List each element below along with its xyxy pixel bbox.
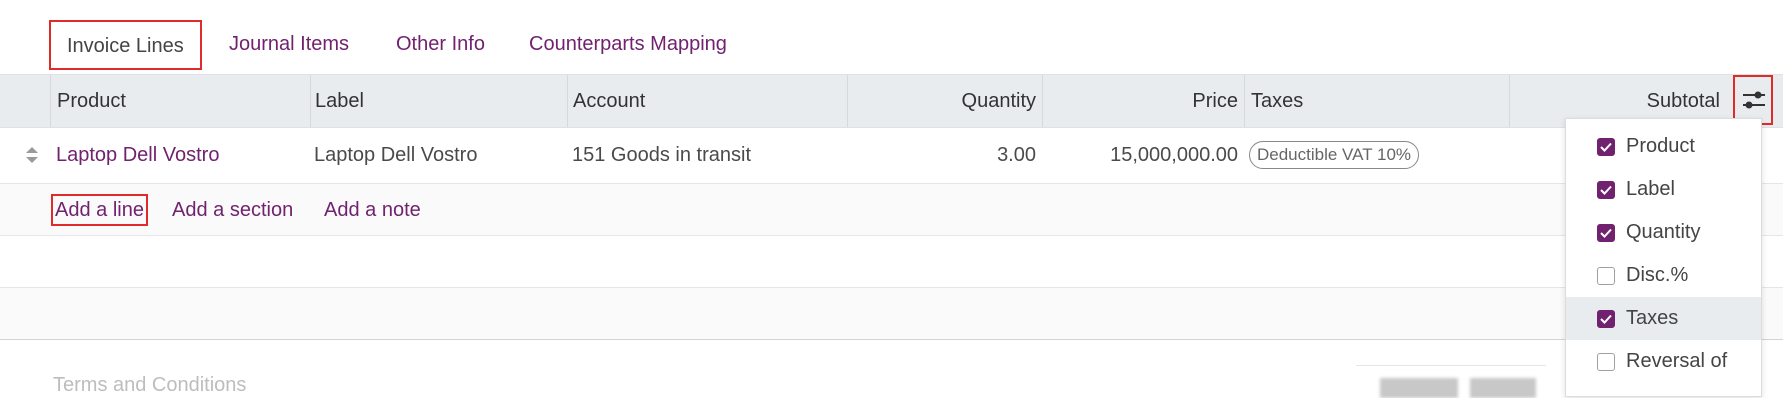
cell-quantity[interactable]: 3.00 bbox=[847, 127, 1036, 183]
column-option-label: Taxes bbox=[1626, 307, 1679, 329]
checkbox-unchecked[interactable] bbox=[1597, 266, 1615, 285]
tab-invoice-lines[interactable]: Invoice Lines bbox=[49, 20, 202, 70]
column-option-quantity[interactable]: Quantity bbox=[1566, 211, 1761, 254]
column-option-label: Label bbox=[1626, 178, 1675, 200]
checkbox-checked[interactable] bbox=[1597, 137, 1615, 156]
redacted-total-label bbox=[1380, 378, 1458, 398]
optional-columns-dropdown: Product Label Quantity Disc.% Taxes Reve… bbox=[1565, 118, 1762, 397]
table-row[interactable]: Laptop Dell Vostro Laptop Dell Vostro 15… bbox=[0, 127, 1783, 184]
column-option-label: Product bbox=[1626, 135, 1695, 157]
column-header-taxes[interactable]: Taxes bbox=[1244, 75, 1509, 127]
redacted-total-value bbox=[1470, 378, 1536, 398]
checkbox-checked[interactable] bbox=[1597, 309, 1615, 328]
check-icon bbox=[1600, 314, 1612, 324]
checkbox-checked[interactable] bbox=[1597, 180, 1615, 199]
totals-area bbox=[1356, 365, 1546, 398]
column-option-reversal-of[interactable]: Reversal of bbox=[1566, 340, 1761, 383]
empty-row bbox=[0, 288, 1783, 340]
check-icon bbox=[1600, 228, 1612, 238]
check-icon bbox=[1600, 185, 1612, 195]
check-icon bbox=[1600, 142, 1612, 152]
cell-account[interactable]: 151 Goods in transit bbox=[572, 127, 847, 183]
column-header-account[interactable]: Account bbox=[567, 75, 847, 127]
column-option-label: Reversal of bbox=[1626, 350, 1728, 372]
add-line-link[interactable]: Add a line bbox=[51, 194, 148, 226]
sliders-icon bbox=[1743, 91, 1765, 109]
checkbox-unchecked[interactable] bbox=[1597, 352, 1615, 371]
column-option-label-field[interactable]: Label bbox=[1566, 168, 1761, 211]
tab-counterparts-mapping[interactable]: Counterparts Mapping bbox=[529, 20, 727, 70]
column-header-label[interactable]: Label bbox=[310, 75, 567, 127]
terms-and-conditions-field[interactable]: Terms and Conditions bbox=[53, 374, 246, 397]
column-option-product[interactable]: Product bbox=[1566, 125, 1761, 168]
column-option-label: Quantity bbox=[1626, 221, 1701, 243]
tab-journal-items[interactable]: Journal Items bbox=[229, 20, 349, 70]
cell-product[interactable]: Laptop Dell Vostro bbox=[56, 127, 310, 183]
column-header-product[interactable]: Product bbox=[50, 75, 310, 127]
column-option-discount[interactable]: Disc.% bbox=[1566, 254, 1761, 297]
column-option-taxes[interactable]: Taxes bbox=[1566, 297, 1761, 340]
cell-price[interactable]: 15,000,000.00 bbox=[1042, 127, 1238, 183]
checkbox-checked[interactable] bbox=[1597, 223, 1615, 242]
column-header-price[interactable]: Price bbox=[1042, 75, 1244, 127]
drag-handle-icon[interactable] bbox=[25, 145, 39, 165]
cell-label[interactable]: Laptop Dell Vostro bbox=[314, 127, 567, 183]
empty-row bbox=[0, 236, 1783, 288]
column-header-quantity[interactable]: Quantity bbox=[847, 75, 1042, 127]
tax-tag[interactable]: Deductible VAT 10% bbox=[1249, 141, 1420, 169]
notebook-tabs: Invoice Lines Journal Items Other Info C… bbox=[0, 0, 1783, 75]
table-header: Product Label Account Quantity Price Tax… bbox=[0, 75, 1783, 128]
cell-taxes[interactable]: Deductible VAT 10% bbox=[1249, 127, 1509, 183]
add-section-link[interactable]: Add a section bbox=[172, 184, 293, 236]
column-option-label: Disc.% bbox=[1626, 264, 1689, 286]
tab-other-info[interactable]: Other Info bbox=[396, 20, 485, 70]
add-note-link[interactable]: Add a note bbox=[324, 184, 421, 236]
add-actions-row: Add a line Add a section Add a note bbox=[0, 184, 1783, 236]
